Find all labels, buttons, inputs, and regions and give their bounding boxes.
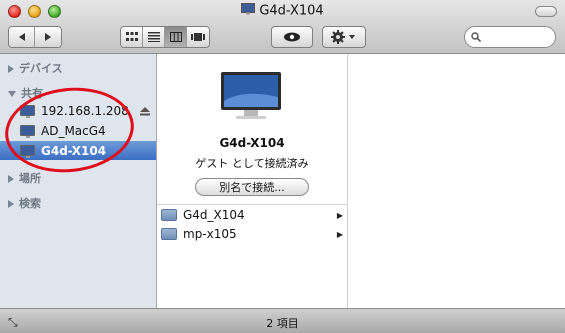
connection-status: ゲスト として接続済み	[195, 157, 309, 170]
forward-button[interactable]	[35, 27, 61, 47]
coverflow-view-button[interactable]	[187, 27, 209, 47]
window-title: G4d-X104	[0, 3, 565, 19]
chevron-right-icon: ▶	[336, 229, 343, 239]
search-icon	[471, 32, 481, 42]
title-bar: G4d-X104	[0, 0, 565, 54]
back-icon	[18, 33, 25, 41]
share-item-mp-x105[interactable]: mp-x105 ▶	[161, 225, 347, 243]
computer-icon	[221, 72, 281, 119]
sidebar-item-ad-macg4[interactable]: AD_MacG4	[0, 121, 156, 140]
coverflow-icon	[191, 33, 205, 41]
server-name: G4d-X104	[219, 136, 285, 150]
computer-icon	[20, 105, 35, 118]
column-view-button[interactable]	[165, 27, 187, 47]
list-view-button[interactable]	[143, 27, 165, 47]
disclosure-triangle-icon[interactable]	[8, 200, 14, 208]
action-menu-button[interactable]	[322, 26, 366, 48]
disclosure-triangle-icon[interactable]	[8, 91, 16, 97]
grid-icon	[125, 32, 138, 41]
shared-folder-icon	[161, 209, 177, 221]
connect-as-button[interactable]: 別名で接続...	[195, 178, 309, 196]
sidebar-section-shared[interactable]: 共有	[8, 85, 43, 101]
forward-icon	[45, 33, 51, 41]
computer-icon	[20, 145, 35, 158]
sidebar-section-search[interactable]: 検索	[8, 195, 41, 211]
disclosure-triangle-icon[interactable]	[8, 175, 14, 183]
toolbar-toggle-button[interactable]	[535, 6, 557, 17]
chevron-right-icon: ▶	[336, 210, 343, 220]
search-field[interactable]	[464, 26, 556, 48]
columns-icon	[169, 32, 182, 42]
sidebar-section-places[interactable]: 場所	[8, 170, 41, 186]
item-count: 2 項目	[266, 317, 299, 330]
computer-icon	[20, 125, 35, 138]
list-icon	[147, 32, 160, 42]
sidebar: デバイス 共有 192.168.1.208 AD_MacG4 G4d-X104 …	[0, 54, 157, 308]
status-bar: ⤡ 2 項目	[0, 308, 565, 333]
eye-icon	[284, 32, 300, 42]
share-item-g4d-x104[interactable]: G4d_X104 ▶	[161, 206, 347, 224]
icon-view-button[interactable]	[121, 27, 143, 47]
sidebar-item-g4d-x104[interactable]: G4d-X104	[0, 141, 156, 160]
gear-icon	[331, 30, 355, 44]
quick-look-button[interactable]	[271, 26, 313, 48]
back-forward-control	[8, 26, 62, 48]
computer-icon	[241, 3, 256, 19]
back-button[interactable]	[9, 27, 35, 47]
window-title-text: G4d-X104	[259, 3, 324, 19]
disclosure-triangle-icon[interactable]	[8, 65, 14, 73]
shared-folder-icon	[161, 228, 177, 240]
server-preview-column: G4d-X104 ゲスト として接続済み 別名で接続... G4d_X104 ▶…	[157, 54, 355, 308]
sidebar-item-192-168-1-208[interactable]: 192.168.1.208	[0, 101, 156, 120]
view-mode-control	[120, 26, 210, 48]
sidebar-section-devices[interactable]: デバイス	[8, 60, 63, 76]
empty-column	[348, 54, 565, 308]
finder-window: G4d-X104 デバイス 共有 192.168.1.208 AD_MacG4 …	[0, 0, 565, 333]
divider	[157, 204, 347, 205]
search-input[interactable]	[481, 29, 555, 45]
eject-icon[interactable]	[140, 105, 150, 119]
